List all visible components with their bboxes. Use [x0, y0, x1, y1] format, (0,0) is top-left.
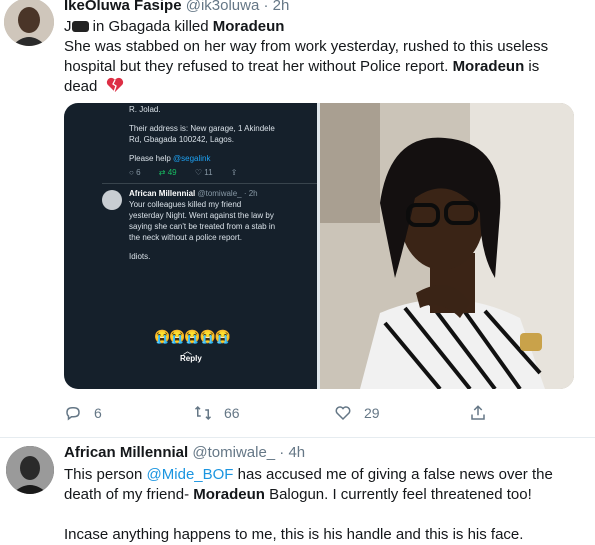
media-screenshot[interactable]: R. Jolad. Their address is: New garage, …	[64, 103, 317, 389]
broken-heart-icon	[106, 77, 123, 93]
tweet-line-2: She was stabbed on her way from work yes…	[64, 38, 549, 55]
retweet-action[interactable]: 66	[194, 404, 240, 422]
mention-link[interactable]: @Mide_BOF	[147, 466, 234, 483]
ss-avatar	[102, 190, 122, 210]
ss-address-1: Their address is: New garage, 1 Akindele	[129, 124, 275, 133]
reply-action[interactable]: 6	[64, 404, 102, 422]
retweet-icon	[194, 405, 212, 421]
ss-inner-5: Idiots.	[129, 252, 151, 261]
author-name[interactable]: IkeOluwa Fasipe	[64, 0, 182, 14]
ss-counts: ○ 6 ⇄ 49 ♡ 11 ⇪	[129, 168, 238, 177]
ss-inner-3: saying she can't be treated from a stab …	[129, 222, 276, 231]
retweet-count: 66	[224, 405, 240, 421]
ss-reply-label: Reply	[180, 354, 202, 363]
author-name[interactable]: African Millennial	[64, 444, 188, 461]
ss-share-icon: ⇪	[230, 168, 238, 177]
ss-inner-1: Your colleagues killed my friend	[129, 200, 242, 209]
share-action[interactable]	[469, 404, 499, 422]
like-action[interactable]: 29	[334, 404, 380, 422]
tweet-line-2: death of my friend- Moradeun Balogun. I …	[64, 486, 532, 503]
ss-like-icon: ♡	[194, 168, 203, 177]
reply-count: 6	[94, 405, 102, 421]
ss-name-line: R. Jolad.	[129, 105, 161, 114]
tweet-line-3: hospital but they refused to treat her w…	[64, 58, 540, 75]
handle-time[interactable]: @ik3oluwa · 2h	[186, 0, 290, 14]
avatar-photo-icon	[6, 446, 54, 494]
ss-inner-4: the neck without a police report.	[129, 233, 242, 242]
tweet-media[interactable]: R. Jolad. Their address is: New garage, …	[64, 103, 574, 389]
ss-inner-2: yesterday Night. Went against the law by	[129, 211, 274, 220]
avatar[interactable]	[4, 0, 54, 46]
tweet-header: African Millennial @tomiwale_ · 4h	[64, 444, 305, 461]
share-icon	[471, 405, 485, 420]
tweet-ikeoluwa[interactable]: IkeOluwa Fasipe @ik3oluwa · 2h J in Gbag…	[0, 0, 595, 437]
handle-time[interactable]: @tomiwale_ · 4h	[192, 444, 305, 461]
ss-please: Please help @segalink	[129, 154, 211, 163]
ss-address-2: Rd, Gbagada 100242, Lagos.	[129, 135, 234, 144]
tweet-line-1: J in Gbagada killed Moradeun	[64, 18, 285, 35]
heart-icon	[335, 406, 351, 421]
ss-inner-header: African Millennial @tomiwale_ · 2h	[129, 189, 258, 198]
woman-portrait-photo	[320, 103, 574, 389]
tweet-header: IkeOluwa Fasipe @ik3oluwa · 2h	[64, 0, 289, 14]
tweet-text: This person @Mide_BOF has accused me of …	[64, 465, 584, 545]
tweet-line-1: This person @Mide_BOF has accused me of …	[64, 466, 553, 483]
media-photo[interactable]	[320, 103, 574, 389]
tweet-african-millennial[interactable]: African Millennial @tomiwale_ · 4h This …	[0, 438, 595, 545]
crying-emoji-row: 😭😭😭😭😭	[154, 329, 231, 344]
like-count: 29	[364, 405, 380, 421]
tweet-actions: 6 66 29	[64, 404, 504, 426]
tweet-line-4: dead	[64, 77, 574, 97]
reply-icon	[66, 407, 80, 421]
avatar[interactable]	[6, 446, 54, 494]
tweet-text: J in Gbagada killed Moradeun She was sta…	[64, 17, 574, 97]
avatar-photo-icon	[4, 0, 54, 46]
tweet-line-3: Incase anything happens to me, this is h…	[64, 526, 524, 543]
ss-reply-icon: ○	[129, 168, 134, 177]
ss-divider	[102, 183, 317, 184]
ss-retweet-icon: ⇄	[158, 168, 166, 177]
redaction-mark	[71, 21, 89, 32]
